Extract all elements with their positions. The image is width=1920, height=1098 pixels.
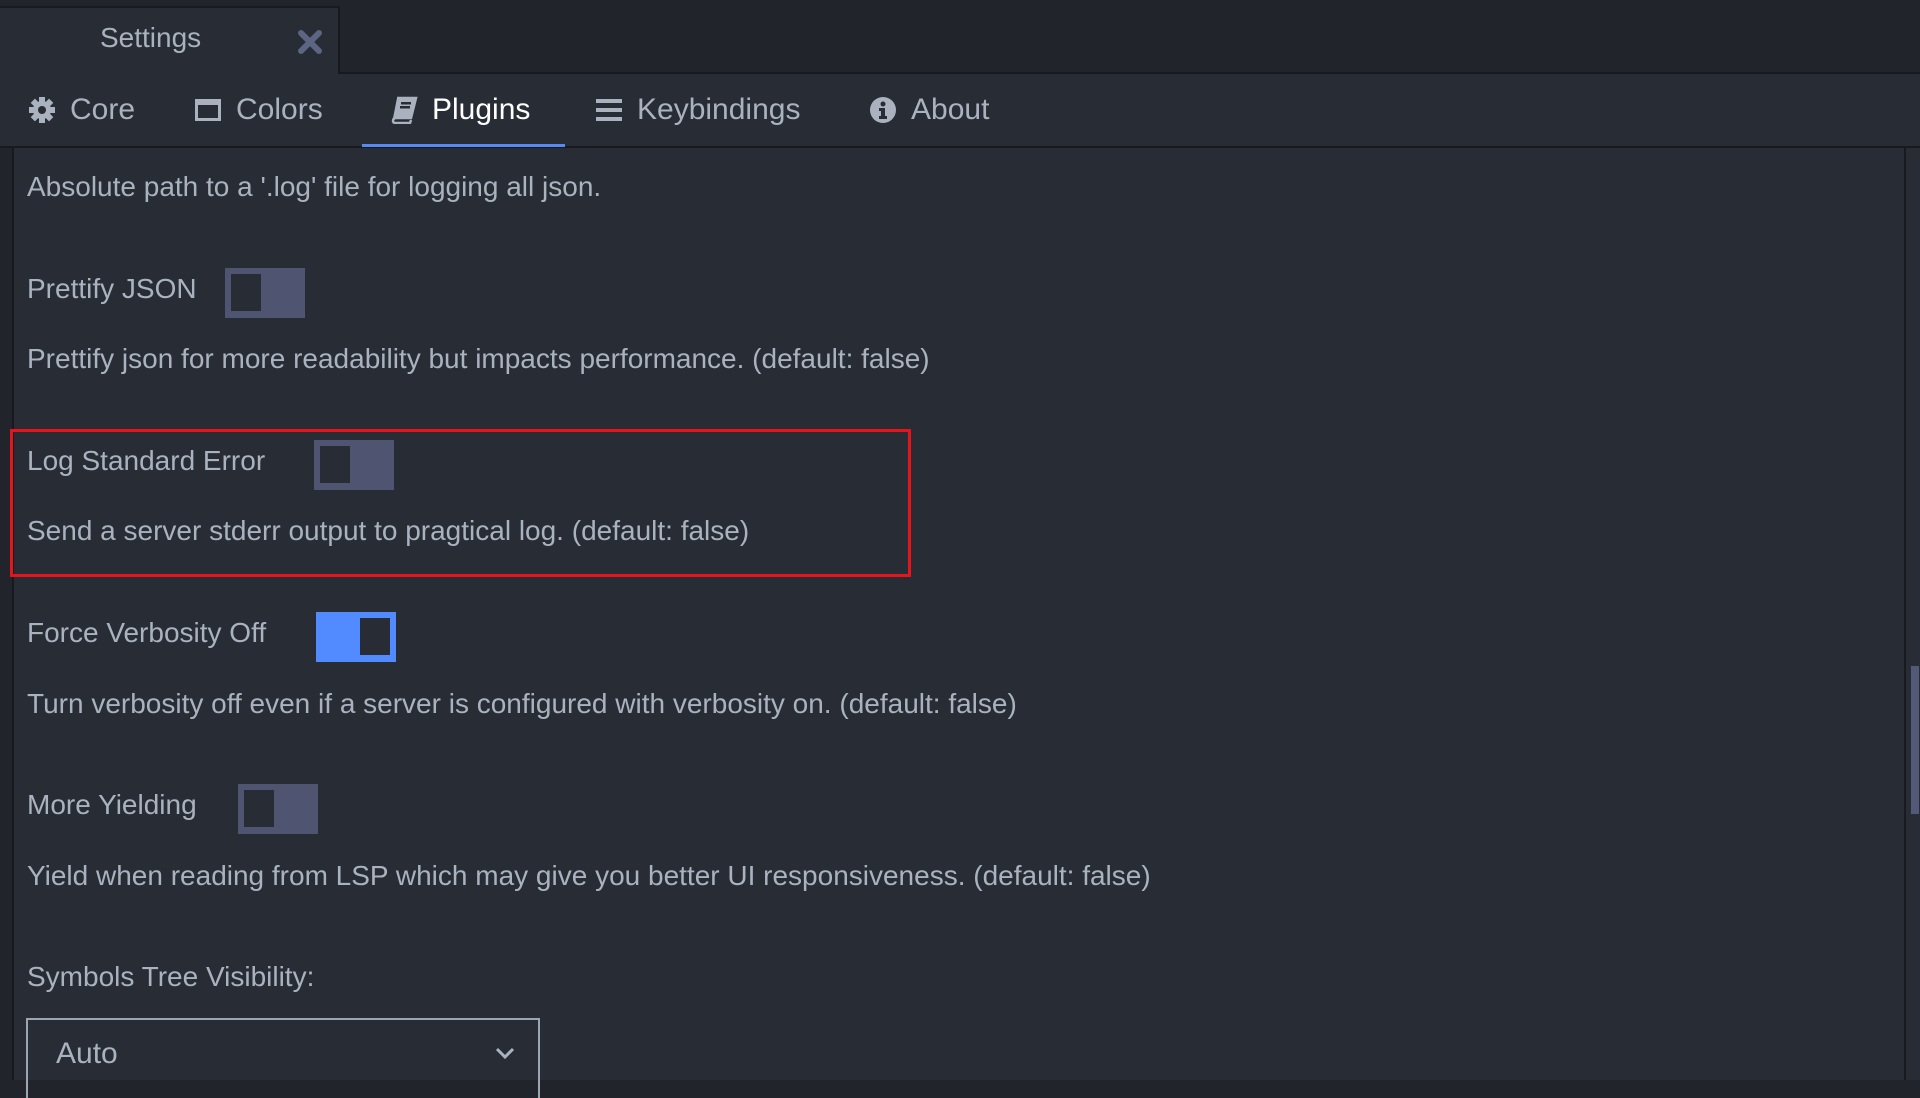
force-verbosity-off-label: Force Verbosity Off bbox=[27, 617, 267, 648]
more-yielding-toggle[interactable] bbox=[238, 784, 318, 834]
prettify-json-toggle[interactable] bbox=[225, 268, 305, 318]
tab-core[interactable]: Core bbox=[28, 74, 135, 146]
symbols-tree-visibility-select[interactable]: Auto bbox=[26, 1018, 540, 1098]
force-verbosity-off-description: Turn verbosity off even if a server is c… bbox=[27, 688, 1017, 719]
list-icon bbox=[595, 96, 623, 124]
tab-plugins-label: Plugins bbox=[432, 93, 531, 126]
log-standard-error-toggle[interactable] bbox=[314, 440, 394, 490]
tab-colors-label: Colors bbox=[236, 93, 323, 126]
tab-about[interactable]: About bbox=[869, 74, 989, 146]
scrollbar-track[interactable] bbox=[1904, 148, 1920, 1080]
prettify-json-label: Prettify JSON bbox=[27, 273, 197, 304]
active-tab-indicator bbox=[362, 144, 565, 147]
info-icon bbox=[869, 96, 897, 124]
more-yielding-label: More Yielding bbox=[27, 789, 197, 820]
log-standard-error-description: Send a server stderr output to pragtical… bbox=[27, 515, 750, 546]
tab-keybindings[interactable]: Keybindings bbox=[595, 74, 800, 146]
gear-icon bbox=[28, 96, 56, 124]
book-icon bbox=[390, 96, 418, 124]
settings-nav: Core Colors Plugins Keybindings About bbox=[0, 74, 1920, 148]
close-icon[interactable] bbox=[296, 28, 324, 56]
select-value: Auto bbox=[56, 1037, 118, 1070]
tab-keybindings-label: Keybindings bbox=[637, 93, 801, 126]
toggle-knob bbox=[360, 618, 390, 655]
log-standard-error-label: Log Standard Error bbox=[27, 445, 266, 476]
prettify-json-description: Prettify json for more readability but i… bbox=[27, 343, 930, 374]
window-icon bbox=[194, 96, 222, 124]
more-yielding-description: Yield when reading from LSP which may gi… bbox=[27, 860, 1151, 891]
tab-title: Settings bbox=[100, 22, 202, 53]
scrollbar-thumb[interactable] bbox=[1911, 666, 1919, 814]
log-path-description: Absolute path to a '.log' file for loggi… bbox=[27, 171, 602, 202]
chevron-down-icon bbox=[494, 1046, 516, 1060]
toggle-knob bbox=[320, 446, 350, 483]
tab-plugins[interactable]: Plugins bbox=[390, 74, 530, 146]
toggle-knob bbox=[244, 790, 274, 827]
tab-colors[interactable]: Colors bbox=[194, 74, 323, 146]
tab-about-label: About bbox=[911, 93, 990, 126]
tab-core-label: Core bbox=[70, 93, 136, 126]
settings-tab[interactable]: Settings bbox=[0, 6, 340, 76]
toggle-knob bbox=[231, 274, 261, 311]
symbols-tree-visibility-label: Symbols Tree Visibility: bbox=[27, 961, 315, 992]
force-verbosity-off-toggle[interactable] bbox=[316, 612, 396, 662]
